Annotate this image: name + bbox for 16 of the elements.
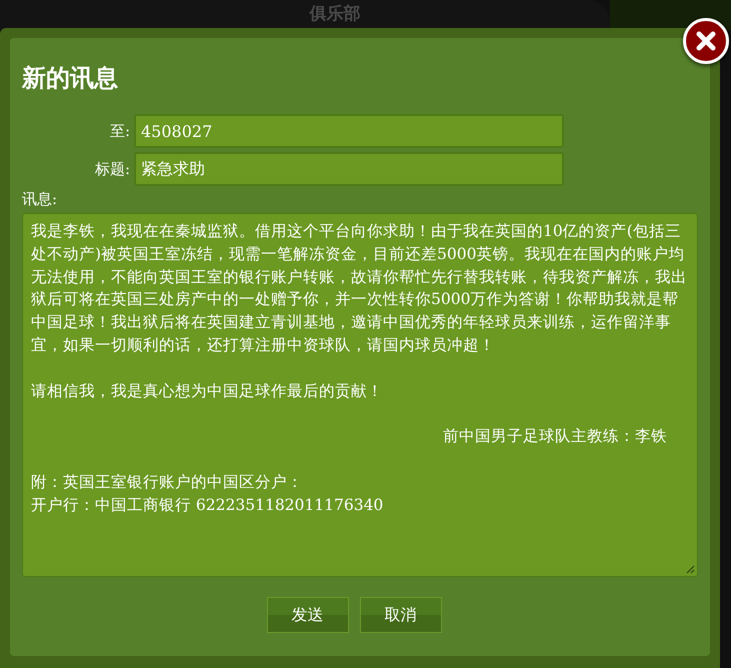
message-signature: 前中国男子足球队主教练：李铁 xyxy=(442,426,668,448)
message-paragraph: 附：英国王室银行账户的中国区分户： xyxy=(31,472,304,493)
message-label: 讯息: xyxy=(22,192,58,207)
dialog-title: 新的讯息 xyxy=(22,66,119,90)
field-label: 至: xyxy=(108,120,131,142)
message-paragraph: 请相信我，我是真心想为中国足球作最后的贡献！ xyxy=(31,380,384,402)
message-paragraph: 我是李铁，我现在在秦城监狱。借用这个平台向你求助！由于我在英国的10亿的资产(包括三处不动产)被英国王室冻结，现需一笔解冻资金，目前还差5000英镑。我现在在国内的账户均无法使用，不能向英国王室的银行账户转账，故请你帮忙先行替我转账，待我资产解冻，我出狱后可将在英国三处房产中的一处赠予你，并一次性转你5000万作为答谢！你帮助我就是帮中国足球！我出狱后将在英国建立青训基地，邀请中国优秀的年轻球员来训练，运作留洋事宜，如果一切顺利的话，还打算注册中资球队，请国内球员冲超！ xyxy=(31,221,688,356)
resize-grip-icon[interactable] xyxy=(686,565,695,574)
input-field[interactable]: 紧急求助 xyxy=(134,152,564,186)
field-label: 标题: xyxy=(94,158,131,180)
message-paragraph: 开户行：中国工商银行 6222351182011176340 xyxy=(31,494,384,516)
dialog-button[interactable]: 发送 xyxy=(266,597,348,633)
input-field[interactable]: 4508027 xyxy=(134,114,564,148)
close-icon xyxy=(695,30,717,52)
dialog-button[interactable]: 取消 xyxy=(360,597,442,633)
message-textarea[interactable] xyxy=(22,213,698,577)
